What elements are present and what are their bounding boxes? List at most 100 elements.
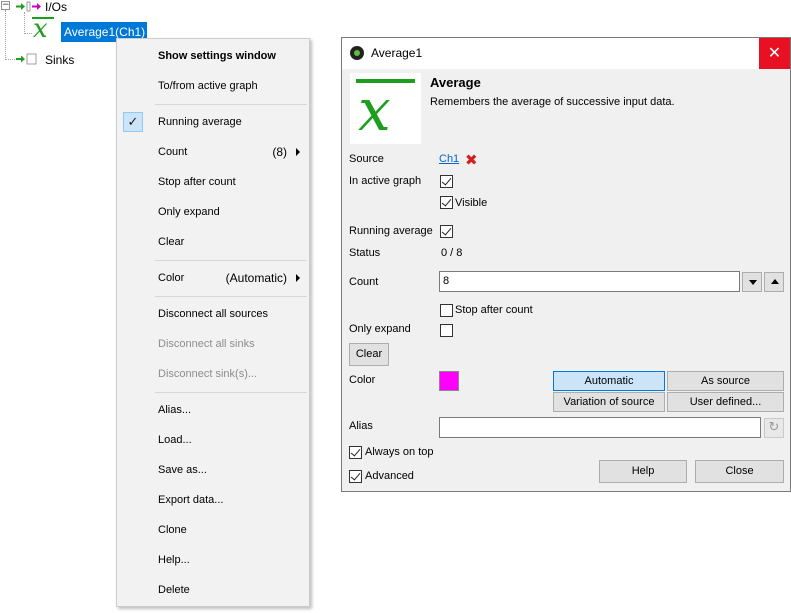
visible-label: Visible xyxy=(455,197,488,209)
reset-icon[interactable]: ↻ xyxy=(764,418,784,438)
alias-input[interactable] xyxy=(439,417,761,438)
menu-separator xyxy=(155,260,307,261)
checkmark-icon: ✓ xyxy=(123,112,143,132)
menu-item-alias[interactable]: Alias... xyxy=(117,395,309,425)
menu-item-label: Count xyxy=(158,146,188,158)
color-as-source-button[interactable]: As source xyxy=(667,371,784,391)
tree-connector xyxy=(24,33,32,34)
header-title: Average xyxy=(430,75,481,90)
menu-item-label: Disconnect all sinks xyxy=(158,338,255,350)
menu-item-clear[interactable]: Clear xyxy=(117,227,309,257)
header-description: Remembers the average of successive inpu… xyxy=(430,96,675,108)
always-on-top-label: Always on top xyxy=(365,446,434,458)
color-variation-of-source-button[interactable]: Variation of source xyxy=(553,392,665,412)
advanced-checkbox[interactable] xyxy=(349,470,362,483)
status-value: 0 / 8 xyxy=(441,247,463,259)
menu-item-disconnect-all-sources[interactable]: Disconnect all sources xyxy=(117,299,309,329)
stop-after-count-label: Stop after count xyxy=(455,304,533,316)
menu-item-disconnect-all-sinks: Disconnect all sinks xyxy=(117,329,309,359)
color-automatic-button[interactable]: Automatic xyxy=(553,371,665,391)
tree-expander-icon[interactable]: − xyxy=(1,1,10,10)
menu-item-export-data[interactable]: Export data... xyxy=(117,485,309,515)
menu-item-save-as[interactable]: Save as... xyxy=(117,455,309,485)
menu-item-count[interactable]: Count (8) xyxy=(117,137,309,167)
dialog-title: Average1 xyxy=(371,46,423,60)
tree-connector xyxy=(24,12,25,34)
menu-item-label: To/from active graph xyxy=(158,80,258,92)
spin-up-icon xyxy=(771,279,779,284)
status-label: Status xyxy=(349,247,381,259)
x-glyph: x xyxy=(358,76,391,144)
menu-separator xyxy=(155,392,307,393)
menu-item-help[interactable]: Help... xyxy=(117,545,309,575)
running-average-label: Running average xyxy=(349,225,433,237)
menu-item-only-expand[interactable]: Only expand xyxy=(117,197,309,227)
alias-label: Alias xyxy=(349,420,373,432)
app-icon xyxy=(350,46,364,60)
menu-item-label: Alias... xyxy=(158,404,192,416)
help-button[interactable]: Help xyxy=(599,460,687,483)
menu-item-extra: (8) xyxy=(272,145,287,159)
menu-item-color[interactable]: Color (Automatic) xyxy=(117,263,309,293)
menu-item-label: Only expand xyxy=(158,206,220,218)
spin-down-button[interactable] xyxy=(742,272,762,292)
tree-node-sinks[interactable]: Sinks xyxy=(45,53,74,67)
menu-item-extra: (Automatic) xyxy=(225,271,287,285)
menu-separator xyxy=(155,296,307,297)
tree-node-ios[interactable]: I/Os xyxy=(45,0,67,14)
arrow-right-icon xyxy=(16,1,41,12)
menu-item-label: Help... xyxy=(158,554,190,566)
spin-up-button[interactable] xyxy=(764,272,784,292)
clear-button[interactable]: Clear xyxy=(349,343,389,366)
submenu-arrow-icon xyxy=(296,274,300,282)
menu-item-running-average[interactable]: ✓ Running average xyxy=(117,107,309,137)
x-variable-icon: x xyxy=(350,73,421,144)
source-link[interactable]: Ch1 xyxy=(439,153,459,165)
menu-item-label: Show settings window xyxy=(158,50,276,62)
menu-item-show-settings[interactable]: Show settings window xyxy=(117,41,309,71)
running-average-checkbox[interactable] xyxy=(440,225,453,238)
menu-separator xyxy=(155,104,307,105)
menu-item-label: Export data... xyxy=(158,494,224,506)
red-x-icon[interactable]: ✖ xyxy=(465,153,478,168)
color-swatch[interactable] xyxy=(439,371,459,391)
menu-item-label: Clear xyxy=(158,236,185,248)
close-icon[interactable]: ✕ xyxy=(759,38,790,69)
menu-item-label: Stop after count xyxy=(158,176,236,188)
advanced-label: Advanced xyxy=(365,470,414,482)
settings-dialog: Average1 ✕ x Average Remembers the avera… xyxy=(341,37,791,492)
always-on-top-checkbox[interactable] xyxy=(349,446,362,459)
menu-item-clone[interactable]: Clone xyxy=(117,515,309,545)
dialog-titlebar[interactable]: Average1 ✕ xyxy=(342,38,790,69)
submenu-arrow-icon xyxy=(296,148,300,156)
menu-item-label: Disconnect all sources xyxy=(158,308,269,320)
menu-item-label: Delete xyxy=(158,584,190,596)
menu-item-label: Clone xyxy=(158,524,187,536)
only-expand-label: Only expand xyxy=(349,323,411,335)
menu-item-delete[interactable]: Delete xyxy=(117,575,309,605)
in-active-graph-checkbox[interactable] xyxy=(440,175,453,188)
in-active-graph-label: In active graph xyxy=(349,175,422,187)
visible-checkbox[interactable] xyxy=(440,196,453,209)
color-user-defined-button[interactable]: User defined... xyxy=(667,392,784,412)
stop-after-count-checkbox[interactable] xyxy=(440,304,453,317)
menu-item-to-from-active-graph[interactable]: To/from active graph xyxy=(117,71,309,101)
tree-connector xyxy=(5,10,6,60)
count-input[interactable]: 8 xyxy=(439,271,740,292)
menu-item-label: Disconnect sink(s)... xyxy=(158,368,258,380)
menu-item-label: Save as... xyxy=(158,464,207,476)
close-button[interactable]: Close xyxy=(695,460,784,483)
count-label: Count xyxy=(349,276,379,288)
menu-item-stop-after-count[interactable]: Stop after count xyxy=(117,167,309,197)
menu-item-label: Color xyxy=(158,272,185,284)
source-label: Source xyxy=(349,153,384,165)
menu-item-label: Load... xyxy=(158,434,192,446)
arrow-right-icon xyxy=(16,53,37,65)
menu-item-label: Running average xyxy=(158,116,242,128)
x-variable-icon: x xyxy=(33,14,48,44)
color-label: Color xyxy=(349,374,376,386)
menu-item-load[interactable]: Load... xyxy=(117,425,309,455)
spin-down-icon xyxy=(749,280,757,285)
context-menu: Show settings window To/from active grap… xyxy=(116,38,310,607)
only-expand-checkbox[interactable] xyxy=(440,324,453,337)
